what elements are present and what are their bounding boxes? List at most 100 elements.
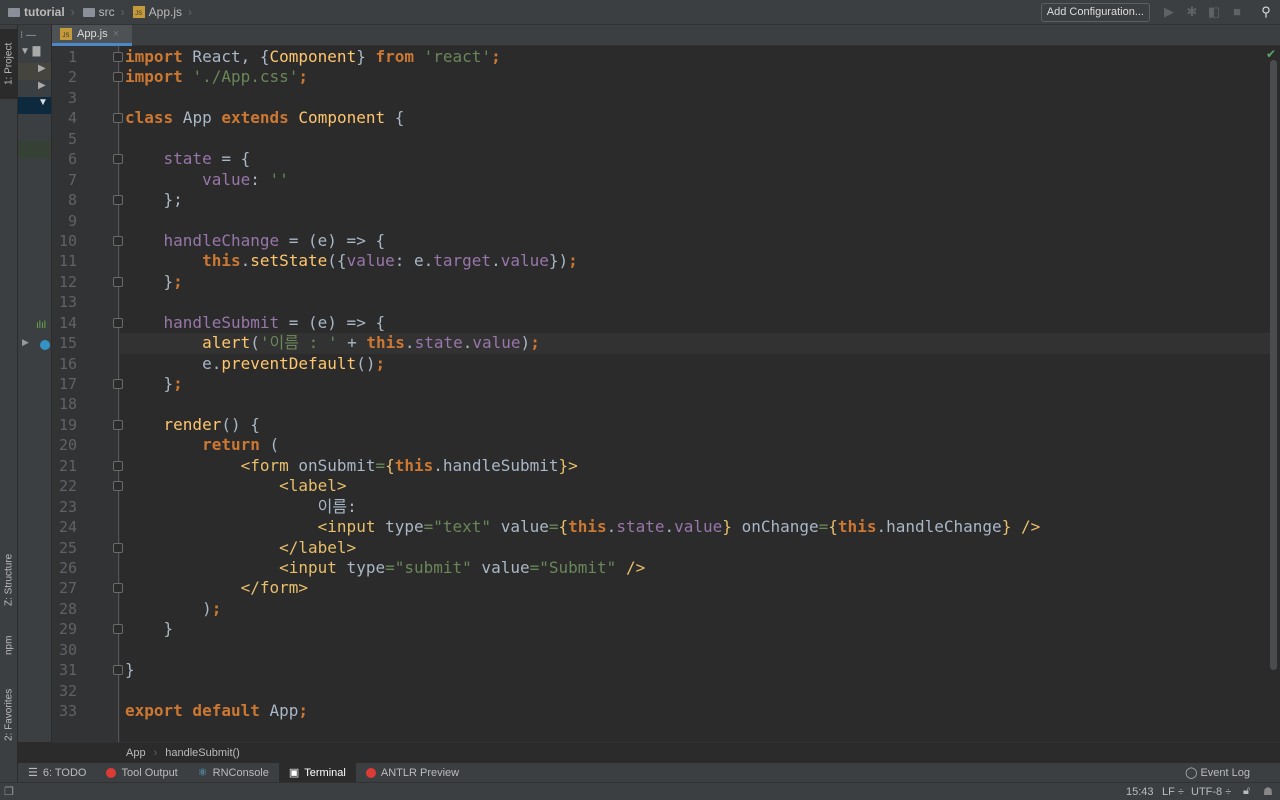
code-line[interactable]: handleSubmit = (e) => {	[120, 313, 1270, 333]
search-icon[interactable]: ⚲	[1259, 5, 1273, 19]
code-token: ;	[173, 374, 183, 394]
code-token: {	[385, 108, 405, 128]
code-line[interactable]: import React, {Component} from 'react';	[120, 47, 1270, 67]
tool-window-rnconsole[interactable]: ⚛ RNConsole	[188, 763, 279, 782]
fold-marker[interactable]	[113, 154, 123, 165]
line-separator[interactable]: LF ÷	[1162, 786, 1184, 798]
editor-scrollbar[interactable]	[1270, 60, 1277, 670]
code-line[interactable]	[120, 640, 1270, 660]
code-line[interactable]: }	[120, 619, 1270, 639]
code-line[interactable]: import './App.css';	[120, 67, 1270, 87]
stop-icon[interactable]: ■	[1230, 5, 1244, 19]
line-number: 12	[58, 272, 77, 291]
code-line[interactable]: state = {	[120, 149, 1270, 169]
encoding[interactable]: UTF-8 ÷	[1191, 786, 1231, 798]
code-line[interactable]: <input type="submit" value="Submit" />	[120, 558, 1270, 578]
code-token: }	[125, 660, 135, 680]
tree-node-root[interactable]: ▼ ▇	[18, 46, 51, 63]
code-line[interactable]: </label>	[120, 538, 1270, 558]
inspection-ok-icon: ✔	[1266, 47, 1277, 61]
breadcrumb-appjs[interactable]: JS App.js	[125, 5, 188, 19]
breadcrumb-class[interactable]: App	[126, 747, 146, 759]
code-line[interactable]: <input type="text" value={this.state.val…	[120, 517, 1270, 537]
code-line[interactable]	[120, 681, 1270, 701]
fold-marker[interactable]	[113, 195, 123, 206]
tree-node[interactable]: ▶	[18, 80, 51, 97]
code-line[interactable]: alert('이름 : ' + this.state.value);	[120, 333, 1270, 354]
tab-structure[interactable]: Z: Structure	[0, 540, 18, 620]
code-line[interactable]: <form onSubmit={this.handleSubmit}>	[120, 456, 1270, 476]
code-line[interactable]: this.setState({value: e.target.value});	[120, 251, 1270, 271]
code-line[interactable]	[120, 88, 1270, 108]
code-line[interactable]: </form>	[120, 578, 1270, 598]
code-line[interactable]	[120, 211, 1270, 231]
fold-marker[interactable]	[113, 624, 123, 635]
tool-window-todo[interactable]: ☰ 6: TODO	[18, 763, 96, 782]
fold-marker[interactable]	[113, 235, 123, 246]
run-icon[interactable]: ▶	[1162, 5, 1176, 19]
code-line[interactable]	[120, 129, 1270, 149]
breadcrumb-tutorial[interactable]: tutorial	[0, 5, 71, 19]
toggle-tool-windows-icon[interactable]: ❐	[4, 785, 14, 798]
code-line[interactable]	[120, 292, 1270, 312]
breadcrumb-src[interactable]: src	[75, 5, 121, 19]
code-line[interactable]: value: ''	[120, 170, 1270, 190]
code-line[interactable]	[120, 394, 1270, 414]
fold-marker[interactable]	[113, 113, 123, 124]
code-line[interactable]: export default App;	[120, 701, 1270, 721]
code-line[interactable]: );	[120, 599, 1270, 619]
breadcrumb-method[interactable]: handleSubmit()	[165, 747, 240, 759]
fold-marker[interactable]	[113, 379, 123, 390]
code-line[interactable]: class App extends Component {	[120, 108, 1270, 128]
code-token: <form	[240, 455, 289, 475]
code-line[interactable]: e.preventDefault();	[120, 354, 1270, 374]
code-line[interactable]: 이름:	[120, 497, 1270, 517]
fold-marker[interactable]	[113, 583, 123, 594]
coverage-icon[interactable]: ◧	[1207, 5, 1221, 19]
status-bar: ❐ 15:43 LF ÷ UTF-8 ÷ 🔓︎ ☗	[0, 782, 1280, 800]
add-configuration-button[interactable]: Add Configuration...	[1040, 3, 1150, 22]
tab-appjs[interactable]: JS App.js ×	[52, 25, 132, 46]
fold-marker[interactable]	[113, 542, 123, 553]
tree-node-selected[interactable]: ▼	[18, 97, 51, 114]
code-token: type	[375, 517, 424, 537]
code-editor[interactable]: import React, {Component} from 'react'; i…	[120, 47, 1270, 742]
tab-npm[interactable]: npm	[0, 625, 18, 665]
caret-position[interactable]: 15:43	[1126, 786, 1154, 798]
code-line[interactable]: };	[120, 190, 1270, 210]
code-token: =	[548, 517, 559, 537]
tool-window-tool-output[interactable]: Tool Output	[96, 763, 187, 782]
code-line[interactable]: return (	[120, 435, 1270, 455]
tool-window-antlr-preview[interactable]: ANTLR Preview	[356, 763, 469, 782]
inspector-icon[interactable]: ☗	[1263, 785, 1273, 798]
fold-marker[interactable]	[113, 72, 123, 83]
line-number: 23	[58, 497, 77, 516]
tree-node-modified[interactable]	[18, 141, 51, 158]
fold-marker[interactable]	[113, 460, 123, 471]
fold-marker[interactable]	[113, 419, 123, 430]
line-number: 6	[67, 150, 77, 169]
tool-window-terminal[interactable]: ▣ Terminal	[278, 763, 356, 782]
code-line[interactable]: handleChange = (e) => {	[120, 231, 1270, 251]
code-line[interactable]: render() {	[120, 415, 1270, 435]
close-tab-icon[interactable]: ×	[113, 28, 119, 40]
lock-icon[interactable]: 🔓︎	[1243, 785, 1250, 798]
code-line[interactable]: };	[120, 374, 1270, 394]
fold-marker[interactable]	[113, 52, 123, 62]
tab-project[interactable]: 1: Project	[0, 29, 18, 99]
run-gutter-icon[interactable]: ▶	[22, 337, 29, 348]
event-log-button[interactable]: ◯ Event Log	[1185, 766, 1250, 779]
debug-icon[interactable]: ✱	[1185, 5, 1199, 19]
fold-marker[interactable]	[113, 317, 123, 328]
code-token: ;	[173, 271, 183, 291]
fold-marker[interactable]	[113, 481, 123, 492]
fold-marker[interactable]	[113, 665, 123, 676]
tree-node[interactable]: ▶	[18, 63, 51, 80]
code-line[interactable]: <label>	[120, 476, 1270, 496]
fold-marker[interactable]	[113, 276, 123, 287]
tab-favorites[interactable]: 2: Favorites	[0, 675, 18, 755]
code-line[interactable]: };	[120, 272, 1270, 292]
code-line[interactable]: }	[120, 660, 1270, 680]
code-token: .	[491, 251, 501, 271]
